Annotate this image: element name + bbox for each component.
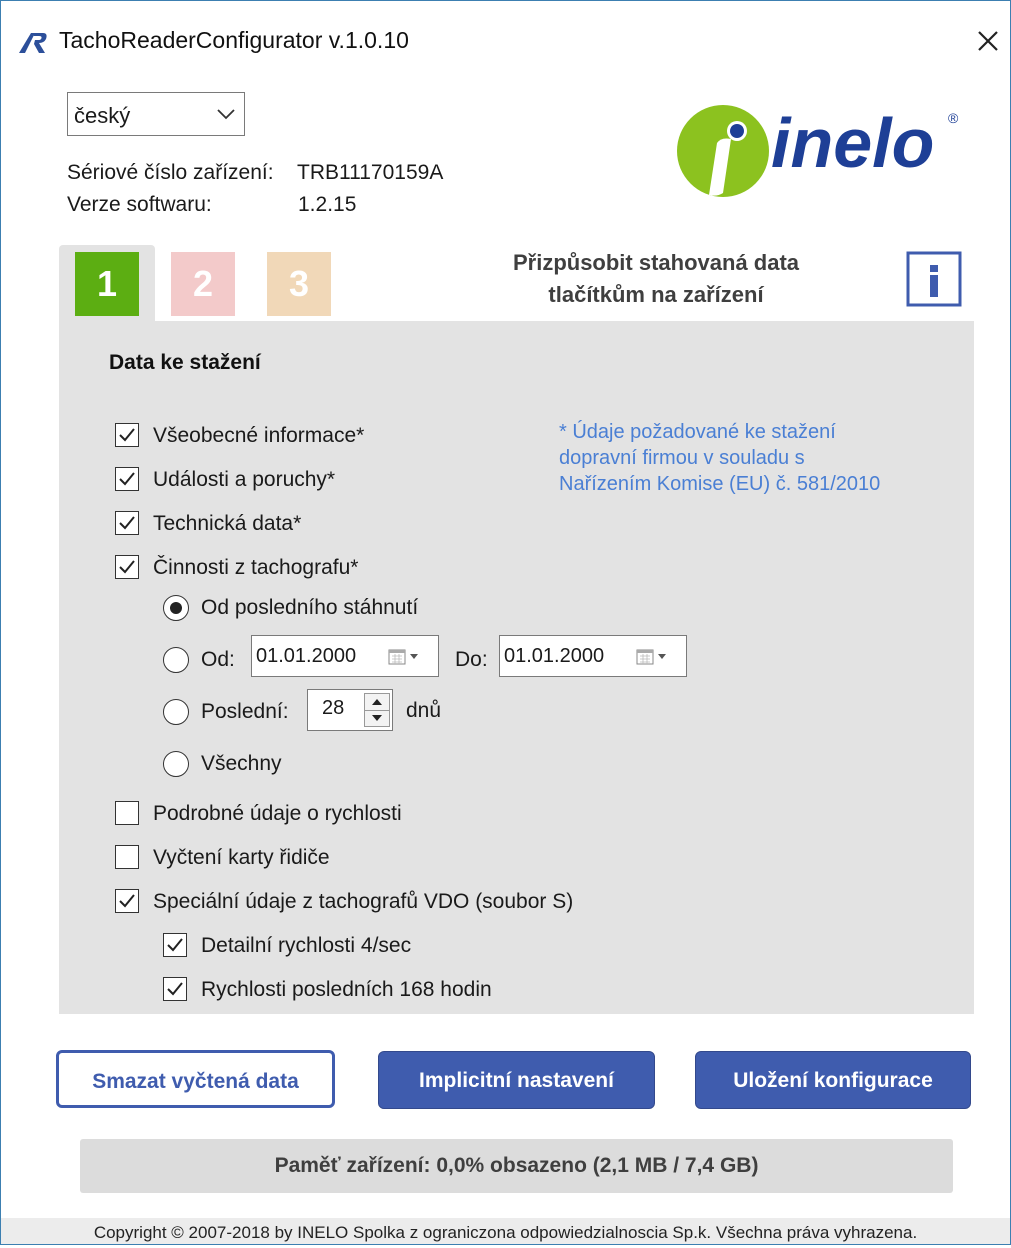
info-icon[interactable] — [906, 251, 962, 307]
tab-2[interactable]: 2 — [171, 252, 235, 316]
note-line-3: Nařízením Komise (EU) č. 581/2010 — [559, 473, 881, 495]
radio-label: Všechny — [201, 752, 282, 775]
checkbox-label: Rychlosti posledních 168 hodin — [201, 978, 492, 1001]
checkbox-box[interactable] — [163, 977, 187, 1001]
checkbox-box[interactable] — [115, 555, 139, 579]
serial-number-value: TRB11170159A — [297, 161, 444, 184]
language-select[interactable]: český — [67, 92, 245, 136]
svg-text:®: ® — [948, 110, 959, 126]
to-date-label: Do: — [455, 648, 488, 671]
language-selected-value: český — [74, 103, 131, 128]
checkbox-box[interactable] — [115, 889, 139, 913]
checkbox-label: Technická data* — [153, 512, 302, 535]
tab-caption-line-1: Přizpůsobit stahovaná data — [512, 250, 800, 275]
to-date-input[interactable]: 01.01.2000 — [499, 635, 687, 677]
chevron-down-icon — [216, 107, 236, 126]
inelo-logo: inelo ® — [673, 101, 973, 201]
days-spinner[interactable]: 28 — [307, 689, 393, 731]
spinner-buttons — [364, 693, 390, 727]
checkbox-label: Činnosti z tachografu* — [153, 556, 359, 579]
note-line-2: dopravní firmou v souladu s — [559, 447, 805, 469]
window-title: TachoReaderConfigurator v.1.0.10 — [59, 27, 409, 53]
tab-caption-line-2: tlačítkům na zařízení — [548, 282, 764, 307]
days-unit-label: dnů — [406, 699, 442, 722]
from-date-input[interactable]: 01.01.2000 — [251, 635, 439, 677]
clear-data-button[interactable]: Smazat vyčtená data — [56, 1050, 335, 1108]
tab-3[interactable]: 3 — [267, 252, 331, 316]
app-logo-icon — [17, 29, 49, 60]
checkbox-label: Speciální údaje z tachografů VDO (soubor… — [153, 890, 574, 913]
radio-circle[interactable] — [163, 647, 189, 673]
calendar-icon[interactable] — [388, 648, 432, 671]
note-line-1: * Údaje požadované ke stažení — [559, 421, 836, 443]
panel-title: Data ke stažení — [109, 351, 261, 374]
checkbox-box[interactable] — [115, 467, 139, 491]
calendar-icon[interactable] — [636, 648, 680, 671]
spinner-up-icon[interactable] — [365, 694, 389, 711]
software-version-label: Verze softwaru: — [67, 193, 212, 216]
device-memory-status: Paměť zařízení: 0,0% obsazeno (2,1 MB / … — [80, 1139, 953, 1193]
checkbox-box[interactable] — [163, 933, 187, 957]
default-settings-button[interactable]: Implicitní nastavení — [378, 1051, 655, 1109]
radio-circle[interactable] — [163, 595, 189, 621]
software-version-value: 1.2.15 — [298, 193, 357, 216]
serial-number-label: Sériové číslo zařízení: — [67, 161, 274, 184]
title-bar: TachoReaderConfigurator v.1.0.10 — [1, 1, 1010, 69]
checkbox-box[interactable] — [115, 423, 139, 447]
download-data-panel: Data ke stažení * Údaje požadované ke st… — [59, 321, 974, 1014]
radio-label: Od: — [201, 648, 235, 671]
app-window: TachoReaderConfigurator v.1.0.10 český S… — [0, 0, 1011, 1245]
checkbox-label: Všeobecné informace* — [153, 424, 365, 447]
close-icon[interactable] — [966, 19, 1010, 63]
radio-circle[interactable] — [163, 699, 189, 725]
radio-label: Od posledního stáhnutí — [201, 596, 419, 619]
from-date-value: 01.01.2000 — [256, 645, 357, 667]
checkbox-label: Detailní rychlosti 4/sec — [201, 934, 412, 957]
checkbox-box[interactable] — [115, 845, 139, 869]
save-configuration-button[interactable]: Uložení konfigurace — [695, 1051, 971, 1109]
checkbox-label: Podrobné údaje o rychlosti — [153, 802, 402, 825]
checkbox-label: Vyčtení karty řidiče — [153, 846, 330, 869]
to-date-value: 01.01.2000 — [504, 645, 605, 667]
spinner-down-icon[interactable] — [365, 710, 389, 726]
copyright-footer: Copyright © 2007-2018 by INELO Spolka z … — [1, 1218, 1010, 1244]
svg-text:inelo: inelo — [771, 104, 934, 182]
days-value: 28 — [322, 697, 345, 719]
tab-caption: Přizpůsobit stahovaná data tlačítkům na … — [471, 247, 841, 311]
checkbox-box[interactable] — [115, 511, 139, 535]
required-data-note: * Údaje požadované ke stažení dopravní f… — [559, 419, 939, 497]
radio-circle[interactable] — [163, 751, 189, 777]
tab-1[interactable]: 1 — [75, 252, 139, 316]
radio-label: Poslední: — [201, 700, 289, 723]
checkbox-label: Události a poruchy* — [153, 468, 336, 491]
checkbox-box[interactable] — [115, 801, 139, 825]
